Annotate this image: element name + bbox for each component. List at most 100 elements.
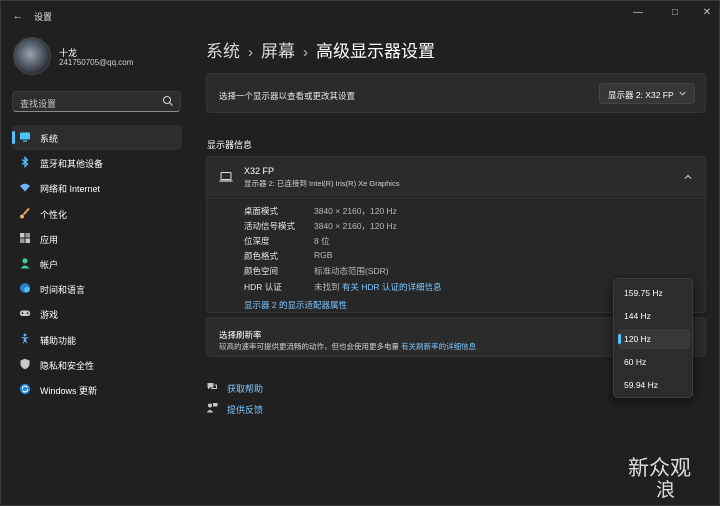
sidebar-item-personalization[interactable]: 个性化 [12,201,182,226]
hdr-info-link[interactable]: 有关 HDR 认证的详细信息 [342,282,442,292]
sidebar-nav: 系统 蓝牙和其他设备 网络和 Internet 个性化 应用 帐户 时间和语言 [12,125,182,402]
title-bar: ← 设置 — □ ✕ [1,1,720,31]
sidebar-item-label: 帐户 [40,259,59,270]
refresh-option-label: 159.75 Hz [624,288,663,298]
select-display-label: 选择一个显示器以查看或更改其设置 [219,91,356,101]
window-title: 设置 [34,12,53,22]
hdr-status: 未找到 [314,282,340,292]
sidebar-item-label: 蓝牙和其他设备 [40,159,104,170]
sidebar-item-label: 隐私和安全性 [40,360,95,371]
sidebar-item-label: 系统 [40,134,59,144]
display-name: X32 FP [244,166,275,176]
refresh-option-selected[interactable]: 120 Hz [618,329,690,349]
breadcrumb-display[interactable]: 屏幕 [261,42,295,61]
brush-icon [20,207,30,219]
property-key: HDR 认证 [244,282,282,292]
sidebar-item-time-language[interactable]: 时间和语言 [12,276,182,301]
sidebar-item-label: 个性化 [40,209,68,220]
section-title: 显示器信息 [207,140,253,150]
adapter-properties-link[interactable]: 显示器 2 的显示适配器属性 [244,299,347,311]
person-icon [20,258,30,269]
active-indicator [12,131,15,144]
wifi-icon [20,184,30,192]
feedback-label: 提供反馈 [227,405,264,415]
refresh-option[interactable]: 60 Hz [618,352,690,372]
display-dropdown[interactable]: 显示器 2: X32 FP [599,83,695,104]
property-row: 位深度 8 位 [244,235,684,249]
select-display-card: 选择一个显示器以查看或更改其设置 显示器 2: X32 FP [206,73,706,113]
sidebar-item-gaming[interactable]: 游戏 [12,301,182,326]
gamepad-icon [19,310,31,317]
page-title: 高级显示器设置 [316,42,435,61]
laptop-icon [219,172,233,182]
help-chat-icon [207,383,217,390]
property-row: 活动信号模式 3840 × 2160，120 Hz [244,220,684,234]
globe-clock-icon [20,283,30,294]
sidebar-item-accounts[interactable]: 帐户 [12,251,182,276]
property-value: RGB [314,250,333,260]
refresh-rate-dropdown-list: 159.75 Hz 144 Hz 120 Hz 60 Hz 59.94 Hz [613,278,693,398]
refresh-option-label: 144 Hz [624,311,651,321]
sidebar-item-label: 网络和 Internet [40,184,101,195]
refresh-rate-desc-text: 较高的速率可提供更流畅的动作，但也会使用更多电量 [219,342,399,351]
property-value: 3840 × 2160，120 Hz [314,206,397,216]
property-value: 3840 × 2160，120 Hz [314,221,397,231]
close-icon[interactable]: ✕ [695,6,719,20]
minimize-icon[interactable]: — [626,6,650,20]
sidebar-item-label: 游戏 [40,310,59,321]
refresh-option[interactable]: 144 Hz [618,306,690,326]
display-dropdown-value: 显示器 2: X32 FP [608,90,674,100]
refresh-option-label: 120 Hz [624,334,651,344]
property-row: 桌面模式 3840 × 2160，120 Hz [244,205,684,219]
sidebar-item-bluetooth[interactable]: 蓝牙和其他设备 [12,150,182,175]
display-info-header[interactable]: X32 FP 显示器 2: 已连接到 Intel(R) Iris(R) Xe G… [206,156,706,196]
property-key: 桌面模式 [244,206,279,216]
feedback-icon [206,403,218,413]
sidebar-item-apps[interactable]: 应用 [12,226,182,251]
watermark-line1: 新众观 [628,456,691,480]
chevron-up-icon[interactable] [683,172,693,182]
maximize-icon[interactable]: □ [663,6,687,20]
breadcrumb-system[interactable]: 系统 [206,42,240,61]
sidebar-item-privacy[interactable]: 隐私和安全性 [12,352,182,377]
search-placeholder: 查找设置 [20,99,57,109]
sidebar-item-system[interactable]: 系统 [12,125,182,151]
back-arrow-icon[interactable]: ← [11,9,25,23]
refresh-rate-info-link[interactable]: 有关刷新率的详细信息 [401,342,476,351]
settings-window: ← 设置 — □ ✕ 十龙 241750705@qq.com 查找设置 系统 蓝… [0,0,720,506]
refresh-rate-description: 较高的速率可提供更流畅的动作，但也会使用更多电量 有关刷新率的详细信息 [219,341,476,352]
search-icon [162,95,173,106]
property-row: 颜色空间 标准动态范围(SDR) [244,265,684,279]
sidebar-item-network[interactable]: 网络和 Internet [12,175,182,200]
avatar[interactable] [13,37,51,75]
property-value: 未找到 有关 HDR 认证的详细信息 [314,281,442,293]
chevron-right-icon: › [303,44,308,61]
property-key: 颜色格式 [244,251,279,261]
shield-icon [20,358,30,369]
refresh-option[interactable]: 159.75 Hz [618,283,690,303]
breadcrumb: 系统 › 屏幕 › 高级显示器设置 [206,37,435,62]
property-row: 颜色格式 RGB [244,250,684,264]
profile-email: 241750705@qq.com [59,58,134,67]
search-input[interactable]: 查找设置 [12,91,181,112]
watermark-line2: 浪 [656,479,676,501]
sidebar-item-label: 辅助功能 [40,335,77,346]
property-key: 位深度 [244,236,270,246]
sidebar-item-label: 应用 [40,234,59,245]
selected-indicator [618,334,621,344]
display-connection: 显示器 2: 已连接到 Intel(R) Iris(R) Xe Graphics [244,179,400,188]
get-help-label: 获取帮助 [227,384,264,394]
property-value: 标准动态范围(SDR) [314,266,389,276]
refresh-option[interactable]: 59.94 Hz [618,375,690,395]
property-key: 颜色空间 [244,266,279,276]
property-key: 活动信号模式 [244,221,296,231]
chevron-down-icon [679,91,686,96]
monitor-icon [20,132,30,142]
sidebar-item-label: Windows 更新 [40,385,98,396]
sidebar-item-accessibility[interactable]: 辅助功能 [12,327,182,352]
sync-icon [19,383,31,395]
sidebar-item-label: 时间和语言 [40,285,86,296]
sidebar-item-windows-update[interactable]: Windows 更新 [12,377,182,402]
apps-icon [20,232,30,243]
refresh-rate-title: 选择刷新率 [219,330,262,340]
